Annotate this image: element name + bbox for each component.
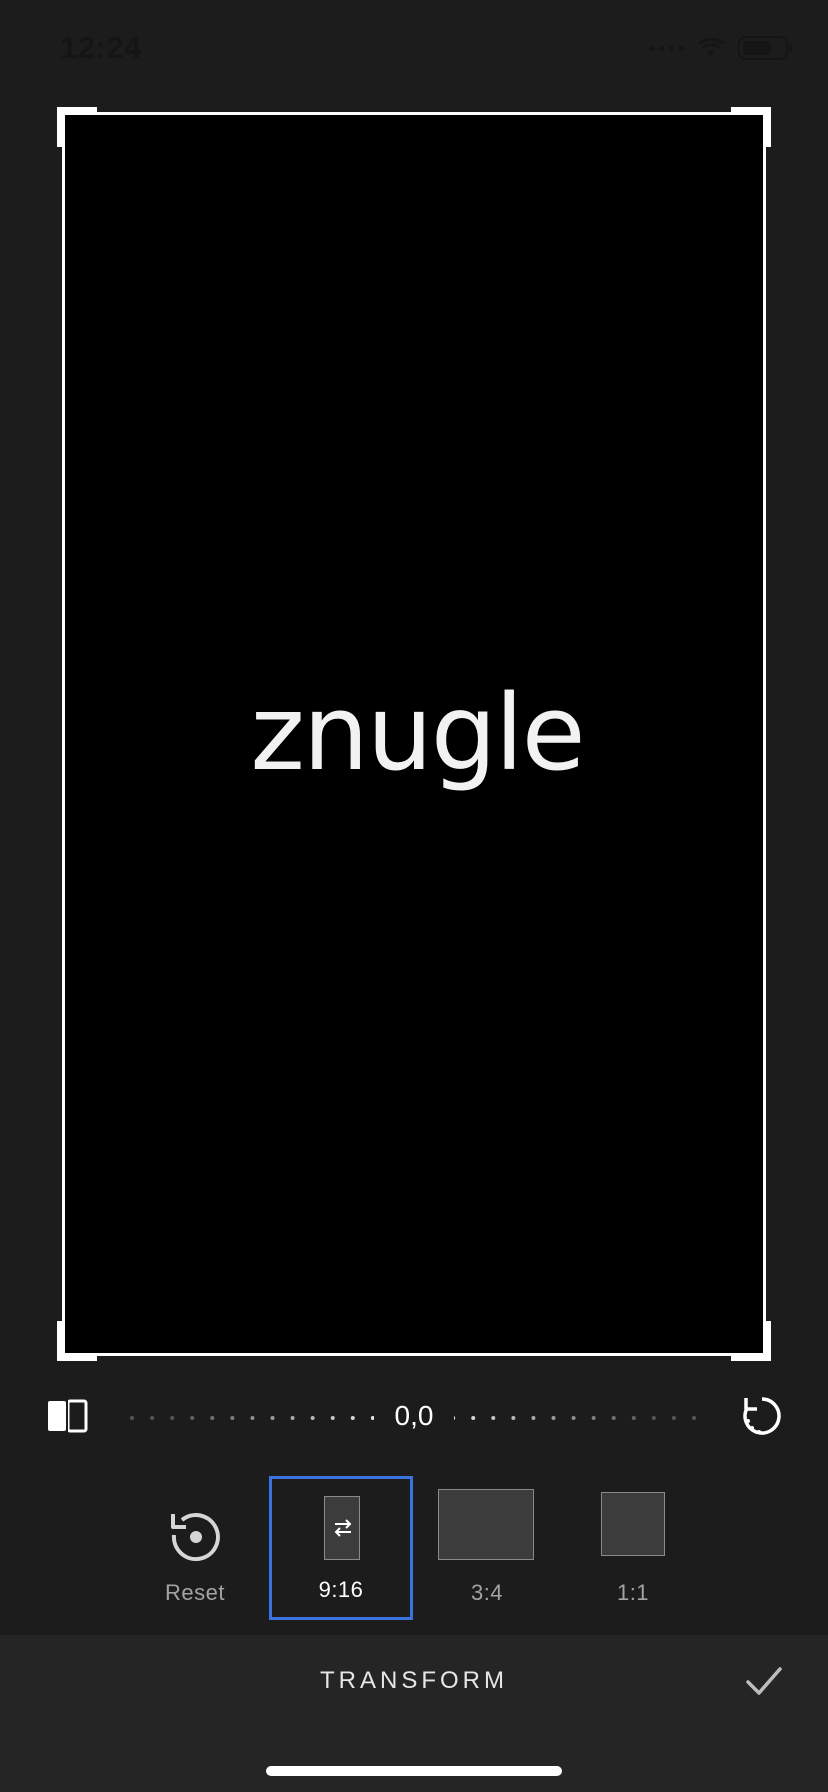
wifi-icon [698, 38, 724, 56]
tool-title: TRANSFORM [320, 1667, 508, 1694]
logo-text: znugle [250, 677, 583, 794]
ruler-tick [250, 1416, 255, 1420]
checkmark-icon[interactable] [742, 1659, 786, 1703]
znugle-logo: znugle [250, 677, 585, 794]
ruler-tick [671, 1416, 676, 1420]
ruler-tick [692, 1416, 696, 1420]
reset-button[interactable]: Reset [140, 1476, 250, 1620]
reset-label: Reset [165, 1580, 225, 1605]
ruler-tick [170, 1416, 175, 1420]
aspect-thumb-9-16 [324, 1496, 360, 1560]
crop-handle-top-left[interactable] [57, 107, 97, 147]
aspect-ratio-options: Reset 9:16 3:4 1:1 [0, 1460, 828, 1635]
flip-horizontal-icon[interactable] [46, 1394, 90, 1438]
ruler-tick [330, 1416, 335, 1420]
crop-handle-bottom-left[interactable] [57, 1321, 97, 1361]
ruler-tick [511, 1416, 516, 1420]
ruler-tick [150, 1416, 155, 1420]
ruler-tick [531, 1416, 536, 1420]
aspect-label-3-4: 3:4 [470, 1580, 504, 1605]
crop-canvas[interactable]: znugle [57, 107, 771, 1361]
aspect-thumb-3-4 [438, 1489, 534, 1560]
ruler-tick [230, 1416, 235, 1420]
aspect-label-1-1: 1:1 [616, 1580, 650, 1605]
ruler-tick [210, 1416, 215, 1420]
ruler-tick [571, 1416, 576, 1420]
home-indicator[interactable] [266, 1766, 562, 1776]
ruler-tick [130, 1416, 134, 1420]
ruler-tick [290, 1416, 295, 1420]
swap-orientation-icon[interactable] [331, 1517, 355, 1539]
aspect-option-9-16[interactable]: 9:16 [269, 1476, 413, 1620]
ruler-tick [591, 1416, 596, 1420]
ruler-tick [190, 1416, 195, 1420]
aspect-label-9-16: 9:16 [318, 1577, 364, 1602]
status-bar: 12:24 [0, 0, 828, 100]
status-icons [649, 36, 792, 60]
ruler-tick [651, 1416, 656, 1420]
angle-value: 0,0 [374, 1400, 454, 1432]
crop-handle-bottom-right[interactable] [731, 1321, 771, 1361]
crop-handle-top-right[interactable] [731, 107, 771, 147]
cellular-signal-icon [649, 45, 684, 51]
bottom-bar: TRANSFORM [0, 1635, 828, 1792]
reset-icon [171, 1513, 220, 1561]
rotate-icon[interactable] [738, 1392, 786, 1440]
ruler-tick [310, 1416, 315, 1420]
ruler-tick [471, 1416, 476, 1420]
battery-icon [738, 36, 792, 60]
aspect-thumb-1-1 [601, 1492, 665, 1556]
rotation-toolbar: 0,0 [0, 1372, 828, 1460]
ruler-tick [611, 1416, 616, 1420]
status-time: 12:24 [60, 30, 142, 65]
ruler-tick [350, 1416, 355, 1420]
ruler-tick [491, 1416, 496, 1420]
aspect-option-1-1[interactable]: 1:1 [574, 1476, 692, 1620]
ruler-tick [631, 1416, 636, 1420]
ruler-tick [551, 1416, 556, 1420]
ruler-tick [270, 1416, 275, 1420]
aspect-option-3-4[interactable]: 3:4 [420, 1476, 554, 1620]
